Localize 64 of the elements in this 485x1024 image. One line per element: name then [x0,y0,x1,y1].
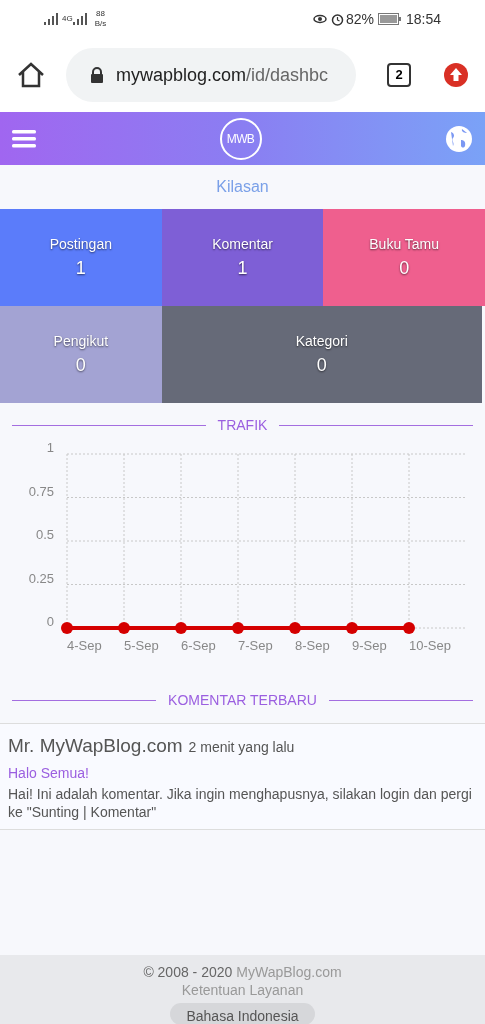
section-heading: TRAFIK [217,416,268,435]
data-point [118,622,130,634]
axis-label: 4-Sep [67,638,102,653]
copyright: © 2008 - 2020 [143,963,233,981]
address-bar[interactable]: mywapblog.com/id/dashbc [66,48,356,102]
site-link[interactable]: MyWapBlog.com [236,963,342,981]
data-point [61,622,73,634]
tile-value: 0 [316,353,327,377]
post-link[interactable]: Halo Semua! [8,764,89,781]
stat-tile[interactable]: Kategori 0 [161,306,482,403]
speed-value: 88 [96,9,105,19]
data-point [289,622,301,634]
axis-label: 1 [46,440,54,455]
globe-icon[interactable] [445,124,473,153]
url-text: mywapblog.com/id/dashbc [116,63,329,87]
upload-icon[interactable] [443,62,469,88]
tab-count-button[interactable]: 2 [387,63,411,87]
site-logo[interactable]: MWB [219,117,262,160]
lock-icon [90,67,104,83]
axis-label: 9-Sep [352,638,387,653]
tile-value: 1 [237,256,248,280]
axis-label: 0.75 [28,483,54,499]
tile-label: Pengikut [53,331,109,351]
speed-unit: B/s [94,19,107,29]
network-type: 4G [62,13,73,25]
home-icon[interactable] [16,61,46,89]
tile-label: Komentar [212,234,273,254]
eye-icon [312,14,327,24]
battery-icon [377,13,402,25]
data-point [232,622,244,634]
clock: 18:54 [405,9,441,29]
stat-tile[interactable]: Komentar 1 [161,209,324,306]
comment-author[interactable]: Mr. MyWapBlog.com [8,732,183,761]
comment-time: 2 menit yang lalu [188,738,295,757]
axis-label: 10-Sep [409,638,451,653]
section-heading: KOMENTAR TERBARU [168,691,317,710]
tile-value: 1 [75,256,86,280]
stat-tile[interactable]: Pengikut 0 [0,306,162,403]
data-point [403,622,415,634]
tile-label: Kategori [295,331,348,351]
data-point [175,622,187,634]
battery-percent: 82% [345,9,374,29]
terms-link[interactable]: Ketentuan Layanan [181,981,304,999]
axis-label: 0.5 [35,527,54,542]
signal-icon [44,13,58,25]
comment-text: Hai! Ini adalah komentar. Jika ingin menghapusnya, silakan login dan pergi ke "Sunting | Komentar" [8,784,473,821]
stat-tile[interactable]: Postingan 1 [0,209,162,306]
axis-label: 8-Sep [295,638,330,653]
alarm-icon [330,12,344,26]
tile-label: Postingan [49,234,112,254]
axis-label: 0.25 [28,570,54,586]
tile-value: 0 [399,256,410,280]
tile-label: Buku Tamu [369,234,440,254]
axis-label: 0 [46,614,54,629]
stat-tile[interactable]: Buku Tamu 0 [323,209,485,306]
menu-icon[interactable] [12,128,36,149]
language-button[interactable]: Bahasa Indonesia [170,1003,315,1024]
data-point [346,622,358,634]
axis-label: 6-Sep [181,638,216,653]
signal-icon [72,13,87,25]
section-title: Kilasan [216,177,269,197]
axis-label: 5-Sep [124,638,159,653]
tile-value: 0 [75,353,86,377]
axis-label: 7-Sep [238,638,273,653]
